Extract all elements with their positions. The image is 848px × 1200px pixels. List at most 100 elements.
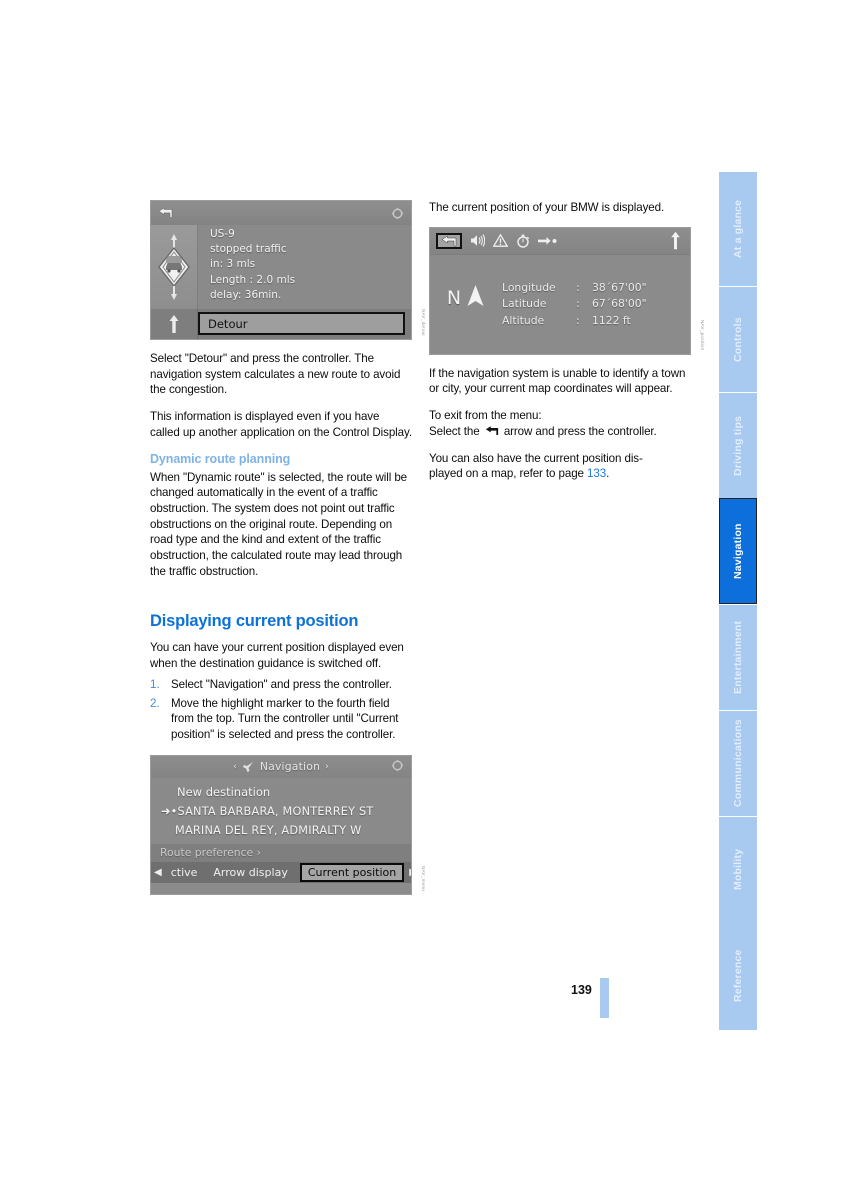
- step-number: 2.: [150, 696, 160, 710]
- left-column: US-9 stopped traffic in: 3 mls Length : …: [150, 200, 426, 895]
- list-item[interactable]: ➜•SANTA BARBARA, MONTERREY ST: [151, 802, 411, 821]
- coord-separator: :: [576, 313, 580, 327]
- detour-main-area: US-9 stopped traffic in: 3 mls Length : …: [151, 225, 411, 309]
- paragraph-dynamic-route: When "Dynamic route" is selected, the ro…: [150, 470, 408, 578]
- detour-direction-panel: [151, 309, 198, 339]
- sidebar-item-at-a-glance[interactable]: At a glance: [719, 171, 757, 286]
- detour-button[interactable]: Detour: [198, 312, 405, 335]
- coord-value: 1122 ft: [592, 313, 631, 327]
- step-number: 1.: [150, 677, 160, 691]
- navigation-pin-icon: [242, 761, 253, 772]
- coord-label: Altitude: [502, 313, 545, 327]
- sidebar-item-reference[interactable]: Reference: [719, 922, 757, 1030]
- heading-displaying-current-position: Displaying current position: [150, 612, 359, 631]
- detour-sign-panel: [151, 225, 198, 309]
- rotate-controller-icon-wrap: [391, 759, 404, 775]
- list-item: 2. Move the highlight marker to the four…: [150, 696, 412, 743]
- section-tab-strip: At a glance Controls Driving tips Naviga…: [719, 171, 757, 1030]
- sidebar-item-driving-tips[interactable]: Driving tips: [719, 392, 757, 498]
- north-heading-arrow-icon: [671, 232, 680, 250]
- exit-text-before: Select the: [429, 424, 480, 438]
- straight-ahead-arrow-icon: [169, 315, 179, 333]
- manual-page: US-9 stopped traffic in: 3 mls Length : …: [0, 0, 848, 1200]
- figure-current-position-screen: N Longitude : 38´67'00" Latitude: 67´68…: [429, 226, 705, 355]
- detour-length: Length : 2.0 mls: [210, 273, 296, 286]
- coord-value: 38´67'00": [592, 280, 647, 294]
- tabbar-right-caret[interactable]: ▶: [408, 867, 411, 878]
- stopwatch-icon[interactable]: [516, 234, 530, 248]
- destination-marker-icon: ➜•: [161, 804, 178, 818]
- figure-navigation-menu: ‹ Navigation › New destination ➜•SANTA B…: [150, 754, 426, 895]
- rotate-controller-icon: [391, 207, 404, 219]
- tab-arrow-display[interactable]: Arrow display: [205, 866, 295, 879]
- steps-list: 1. Select "Navigation" and press the con…: [150, 677, 412, 743]
- navmenu-title: Navigation: [259, 760, 321, 774]
- sidebar-item-navigation[interactable]: Navigation: [719, 498, 757, 604]
- traffic-jam-warning-icon: [158, 234, 190, 300]
- list-item: 1. Select "Navigation" and press the con…: [150, 677, 412, 693]
- period: .: [606, 467, 610, 481]
- compass-needle-icon: [467, 284, 484, 306]
- sidebar-item-mobility[interactable]: Mobility: [719, 816, 757, 922]
- back-arrow-icon: [441, 235, 457, 246]
- exit-text-after: arrow and press the controller.: [503, 424, 657, 438]
- tabbar-left-caret[interactable]: ◀: [153, 867, 163, 878]
- rotate-controller-icon: [391, 759, 404, 772]
- navmenu-tabbar: ◀ ctive Arrow display Current position ▶: [151, 861, 411, 883]
- table-row: Longitude : 38´67'00": [502, 280, 647, 297]
- coord-value: 67´68'00": [592, 297, 647, 311]
- sidebar-item-entertainment[interactable]: Entertainment: [719, 604, 757, 710]
- detour-bottom-row: Detour: [151, 309, 411, 339]
- step-text: Move the highlight marker to the fourth …: [171, 696, 399, 741]
- paragraph-unable-identify: If the navigation system is unable to id…: [429, 366, 686, 396]
- figure-detour-screen: US-9 stopped traffic in: 3 mls Length : …: [150, 200, 426, 340]
- navmenu-list: New destination ➜•SANTA BARBARA, MONTERR…: [151, 777, 411, 843]
- list-item[interactable]: MARINA DEL REY, ADMIRALTY W: [151, 821, 411, 840]
- sidebar-item-communications[interactable]: Communications: [719, 710, 757, 816]
- compass-letter: N: [446, 286, 462, 309]
- coord-separator: :: [576, 297, 580, 311]
- coord-label: Latitude: [502, 297, 547, 311]
- idrive-display-detour: US-9 stopped traffic in: 3 mls Length : …: [150, 200, 412, 340]
- step-text: Select "Navigation" and press the contro…: [171, 677, 392, 691]
- position-toolbar: [430, 227, 690, 255]
- paragraph-other-application: This information is displayed even if yo…: [150, 410, 412, 439]
- arrow-dot-icon[interactable]: [538, 236, 557, 246]
- coordinates-table: Longitude : 38´67'00" Latitude : 67´68'0…: [502, 280, 647, 330]
- back-arrow-icon[interactable]: [158, 207, 173, 219]
- back-arrow-button[interactable]: [436, 232, 462, 249]
- warning-triangle-icon[interactable]: [493, 234, 508, 248]
- map-ref-text-line2: played on a map, refer to page: [429, 467, 584, 481]
- subheading-dynamic-route-planning: Dynamic route planning: [150, 451, 291, 466]
- destination-text-1: SANTA BARBARA, MONTERREY ST: [177, 804, 374, 818]
- coord-separator: :: [576, 280, 580, 294]
- back-arrow-inline-icon: [485, 426, 498, 435]
- coord-label: Longitude: [502, 280, 556, 294]
- page-reference-link[interactable]: 133: [587, 467, 606, 480]
- paragraph-current-position-intro: You can have your current position displ…: [150, 641, 404, 671]
- tab-active-truncated[interactable]: ctive: [163, 866, 206, 879]
- title-right-caret[interactable]: ›: [320, 762, 329, 772]
- figure-code: NAV_menu: [421, 865, 426, 891]
- sidebar-item-controls[interactable]: Controls: [719, 286, 757, 392]
- paragraph-position-intro: The current position of your BMW is disp…: [429, 201, 665, 214]
- figure-code: NAV_position: [700, 320, 705, 351]
- table-row: Latitude : 67´68'00": [502, 296, 647, 313]
- page-number-bar: [600, 978, 609, 1018]
- route-preference-row[interactable]: Route preference ›: [151, 842, 411, 862]
- navmenu-titlebar: ‹ Navigation ›: [151, 755, 411, 778]
- speaker-icon[interactable]: [470, 234, 485, 247]
- title-left-caret[interactable]: ‹: [233, 762, 242, 772]
- position-toolbar-icons: [436, 232, 557, 249]
- detour-condition: stopped traffic: [210, 243, 287, 256]
- figure-code: NAV_detour: [421, 308, 426, 336]
- map-ref-text: You can also have the current position d…: [429, 451, 643, 465]
- compass-indicator: N: [430, 284, 502, 326]
- tab-current-position[interactable]: Current position: [299, 862, 405, 882]
- detour-titlebar: [151, 201, 411, 225]
- list-item[interactable]: New destination: [151, 783, 411, 802]
- position-body: N Longitude : 38´67'00" Latitude: 67´68…: [430, 254, 690, 354]
- detour-info-text: US-9 stopped traffic in: 3 mls Length : …: [198, 225, 411, 309]
- idrive-display-navmenu: ‹ Navigation › New destination ➜•SANTA B…: [150, 754, 412, 895]
- paragraph-exit-menu-line1: To exit from the menu:: [429, 409, 542, 423]
